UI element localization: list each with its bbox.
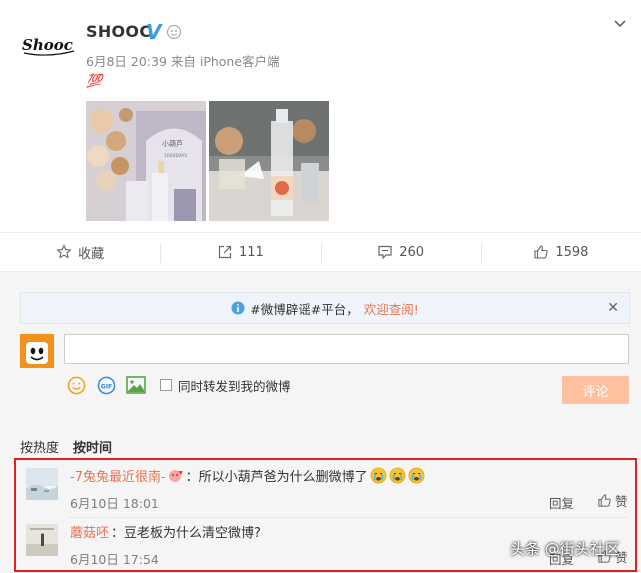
comment-content: 蘑菇呸 ：豆老板为什么清空微博? — [70, 522, 261, 541]
crying-emoji-icon — [408, 467, 425, 484]
verified-icon: V — [146, 20, 162, 44]
share-icon — [218, 245, 232, 259]
comment-sort-tabs: 按热度 按时间 — [20, 437, 112, 456]
marshmello-avatar-icon — [20, 334, 54, 368]
comments-section: #微博辟谣#平台， 欢迎查阅! ✕ GIF 同时转发到我的微博 评论 按热度 按… — [0, 272, 641, 573]
sort-by-time-tab[interactable]: 按时间 — [73, 437, 112, 456]
photo-sign-text: 小葫芦 — [162, 139, 183, 148]
avatar[interactable] — [26, 468, 58, 500]
emoji-button[interactable] — [66, 375, 86, 395]
comment-like-label: 赞 — [615, 494, 628, 509]
shooc-logo[interactable]: Shooc — [20, 32, 76, 58]
comment-like-button[interactable]: 赞 — [597, 491, 628, 510]
favorite-label: 收藏 — [78, 246, 105, 262]
comment-time: 6月10日 18:01 — [70, 496, 159, 511]
gif-label: GIF — [100, 383, 112, 390]
photo-balloon-decor: 小葫芦 1000DAYS — [86, 101, 206, 221]
info-icon — [231, 301, 245, 315]
post-photo-1[interactable]: 小葫芦 1000DAYS — [86, 101, 206, 221]
close-icon[interactable]: ✕ — [607, 300, 619, 316]
repost-checkbox-label: 同时转发到我的微博 — [178, 378, 291, 394]
comment-content: -7兔兔最近很南- ：所以小葫芦爸为什么删微博了 — [70, 466, 425, 485]
rumor-notice-banner: #微博辟谣#平台， 欢迎查阅! ✕ — [20, 292, 630, 324]
comment-button[interactable]: 260 — [320, 233, 481, 271]
gif-button[interactable]: GIF — [96, 375, 116, 395]
comment-username[interactable]: 蘑菇呸 — [70, 522, 109, 541]
svg-text:Shooc: Shooc — [22, 36, 73, 54]
photo-sign-subtext: 1000DAYS — [164, 153, 187, 159]
image-icon — [126, 376, 146, 394]
post-photo-2[interactable] — [209, 101, 329, 221]
star-icon — [56, 244, 72, 259]
image-button[interactable] — [126, 375, 146, 395]
member-badge-icon[interactable] — [166, 24, 182, 40]
sort-by-hot-tab[interactable]: 按热度 — [20, 437, 59, 456]
comment-input[interactable] — [64, 334, 629, 364]
snow-photo-avatar — [26, 468, 58, 500]
repost-checkbox[interactable]: 同时转发到我的微博 — [160, 376, 291, 395]
notice-link[interactable]: 欢迎查阅! — [364, 299, 419, 318]
post-username[interactable]: SHOOC — [86, 22, 151, 41]
notice-text: #微博辟谣#平台， — [250, 301, 359, 317]
street-photo-avatar — [26, 524, 58, 556]
list-item: -7兔兔最近很南- ：所以小葫芦爸为什么删微博了 6月10日 18:01 回复 … — [22, 462, 628, 518]
submit-comment-button[interactable]: 评论 — [562, 376, 629, 404]
comment-text: ：豆老板为什么清空微博? — [111, 526, 261, 541]
photo-table-decor — [209, 101, 329, 221]
comment-text: ：所以小葫芦爸为什么删微博了 — [185, 470, 368, 485]
comment-count: 260 — [399, 244, 425, 260]
weibo-post: Shooc SHOOC V 6月8日 20:39 来自 iPhone客户端 💯 … — [0, 0, 641, 232]
thumbs-up-icon — [534, 245, 548, 259]
comment-icon — [378, 245, 392, 260]
thumbs-up-icon — [598, 494, 611, 507]
avatar[interactable] — [26, 524, 58, 556]
crying-emoji-icon — [370, 467, 387, 484]
crying-emoji-icon — [389, 467, 406, 484]
favorite-button[interactable]: 收藏 — [0, 233, 160, 271]
like-count: 1598 — [555, 244, 589, 260]
chevron-down-icon[interactable] — [612, 16, 628, 32]
emoji-100: 💯 — [86, 74, 103, 89]
post-action-bar: 收藏 111 260 1598 — [0, 232, 641, 272]
reply-button[interactable]: 回复 — [549, 493, 574, 512]
comment-username[interactable]: -7兔兔最近很南- — [70, 466, 166, 485]
repost-button[interactable]: 111 — [160, 233, 320, 271]
checkbox-box[interactable] — [160, 379, 172, 391]
composer-tools: GIF 同时转发到我的微博 — [66, 375, 291, 395]
avatar[interactable] — [20, 334, 54, 368]
gif-icon: GIF — [97, 376, 115, 394]
smiley-icon — [67, 376, 85, 394]
watermark: 头条 @街头社区 — [510, 540, 620, 558]
post-meta: 6月8日 20:39 来自 iPhone客户端 — [86, 54, 280, 69]
user-badge-icon — [168, 469, 183, 482]
comment-time: 6月10日 17:54 — [70, 552, 159, 567]
like-button[interactable]: 1598 — [480, 233, 641, 271]
repost-count: 111 — [238, 244, 264, 260]
